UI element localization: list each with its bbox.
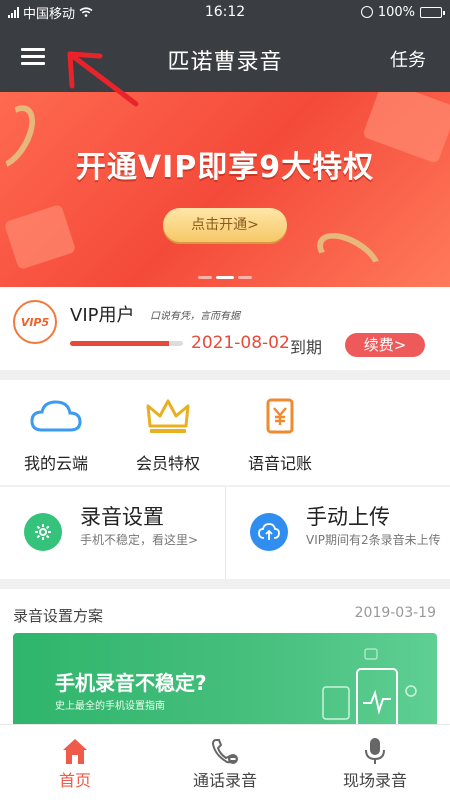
vip-status-card: VIP5 VIP用户 口说有凭，言而有据 2021-08-02 到期 续费> bbox=[0, 287, 450, 370]
action-title: 录音设置 bbox=[80, 505, 164, 529]
action-subtitle: 手机不稳定，看这里> bbox=[80, 533, 199, 547]
tab-label: 首页 bbox=[58, 771, 91, 790]
settings-guide-card[interactable]: 手机录音不稳定? 史上最全的手机设置指南 bbox=[13, 633, 437, 724]
tab-label: 通话录音 bbox=[192, 771, 257, 790]
feature-grid: 我的云端 会员特权 语音记账 bbox=[0, 380, 450, 485]
feature-label: 语音记账 bbox=[247, 454, 312, 473]
tab-home[interactable]: 首页 bbox=[0, 725, 150, 800]
section-date: 2019-03-19 bbox=[354, 605, 436, 621]
tab-call-recording[interactable]: 通话录音 bbox=[150, 725, 300, 800]
wifi-icon bbox=[79, 7, 93, 17]
crown-icon bbox=[112, 396, 224, 438]
nav-bar: 匹诺曹录音 任务 bbox=[0, 24, 450, 92]
recording-settings-card[interactable]: 录音设置 手机不稳定，看这里> bbox=[0, 487, 224, 579]
cloud-icon bbox=[0, 396, 112, 438]
vip-progress-bar bbox=[70, 341, 183, 346]
banner-page-indicator bbox=[0, 276, 450, 279]
section-title: 录音设置方案 bbox=[13, 607, 104, 625]
quick-actions: 录音设置 手机不稳定，看这里> 手动上传 VIP期间有2条录音未上传 bbox=[0, 487, 450, 579]
feature-label: 会员特权 bbox=[135, 454, 200, 473]
feature-label: 我的云端 bbox=[23, 454, 88, 473]
manual-upload-card[interactable]: 手动上传 VIP期间有2条录音未上传 bbox=[225, 487, 449, 579]
battery-icon bbox=[420, 6, 445, 18]
renew-button[interactable]: 续费> bbox=[345, 333, 425, 357]
vip-slogan: 口说有凭，言而有据 bbox=[150, 311, 240, 322]
indicator-dot-active bbox=[216, 276, 234, 279]
battery-percent: 100% bbox=[377, 4, 415, 20]
promo-title: 手机录音不稳定? bbox=[55, 671, 207, 695]
tab-live-recording[interactable]: 现场录音 bbox=[300, 725, 450, 800]
feature-my-cloud[interactable]: 我的云端 bbox=[0, 380, 112, 485]
vip-expiry-date: 2021-08-02 bbox=[191, 333, 290, 353]
tab-label: 现场录音 bbox=[342, 771, 407, 790]
action-title: 手动上传 bbox=[306, 505, 390, 529]
indicator-dot bbox=[198, 276, 212, 279]
status-right: 100% bbox=[292, 4, 445, 20]
vip-level-badge: VIP5 bbox=[13, 300, 57, 344]
promo-subtitle: 史上最全的手机设置指南 bbox=[55, 701, 165, 712]
banner-headline: 开通VIP即享9大特权 bbox=[75, 150, 375, 185]
app-screen: 中国移动 16:12 100% 匹诺曹录音 任务 开通VIP即享9大特权 点击开… bbox=[0, 0, 450, 800]
feature-voice-ledger[interactable]: 语音记账 bbox=[224, 380, 336, 485]
settings-guide-section: 录音设置方案 2019-03-19 手机录音不稳定? 史上最全的手机设置指南 bbox=[0, 589, 450, 724]
home-icon bbox=[0, 737, 150, 767]
status-left: 中国移动 bbox=[8, 3, 158, 22]
cloud-upload-icon bbox=[250, 513, 288, 551]
signal-icon bbox=[8, 6, 19, 18]
alarm-icon bbox=[360, 6, 373, 18]
microphone-icon bbox=[300, 737, 450, 767]
status-time: 16:12 bbox=[204, 4, 246, 20]
indicator-dot bbox=[238, 276, 252, 279]
phone-record-icon bbox=[150, 737, 300, 767]
carrier-label: 中国移动 bbox=[23, 6, 76, 22]
settings-gear-icon bbox=[24, 513, 62, 551]
phone-illustration bbox=[322, 648, 417, 724]
feature-vip-privileges[interactable]: 会员特权 bbox=[112, 380, 224, 485]
gift-box-decoration bbox=[3, 203, 77, 271]
action-subtitle: VIP期间有2条录音未上传 bbox=[306, 533, 441, 547]
banner-open-vip-button[interactable]: 点击开通> bbox=[163, 208, 287, 242]
vip-progress-fill bbox=[70, 341, 170, 346]
vip-promo-banner[interactable]: 开通VIP即享9大特权 点击开通> bbox=[0, 92, 450, 287]
yuan-ledger-icon bbox=[224, 396, 336, 438]
task-button[interactable]: 任务 bbox=[390, 46, 426, 72]
vip-expiry-suffix: 到期 bbox=[290, 338, 323, 357]
bottom-tab-bar: 首页 通话录音 现场录音 bbox=[0, 724, 450, 800]
status-bar: 中国移动 16:12 100% bbox=[0, 0, 450, 24]
vip-user-name: VIP用户 bbox=[70, 305, 135, 326]
page-title: 匹诺曹录音 bbox=[167, 50, 283, 75]
